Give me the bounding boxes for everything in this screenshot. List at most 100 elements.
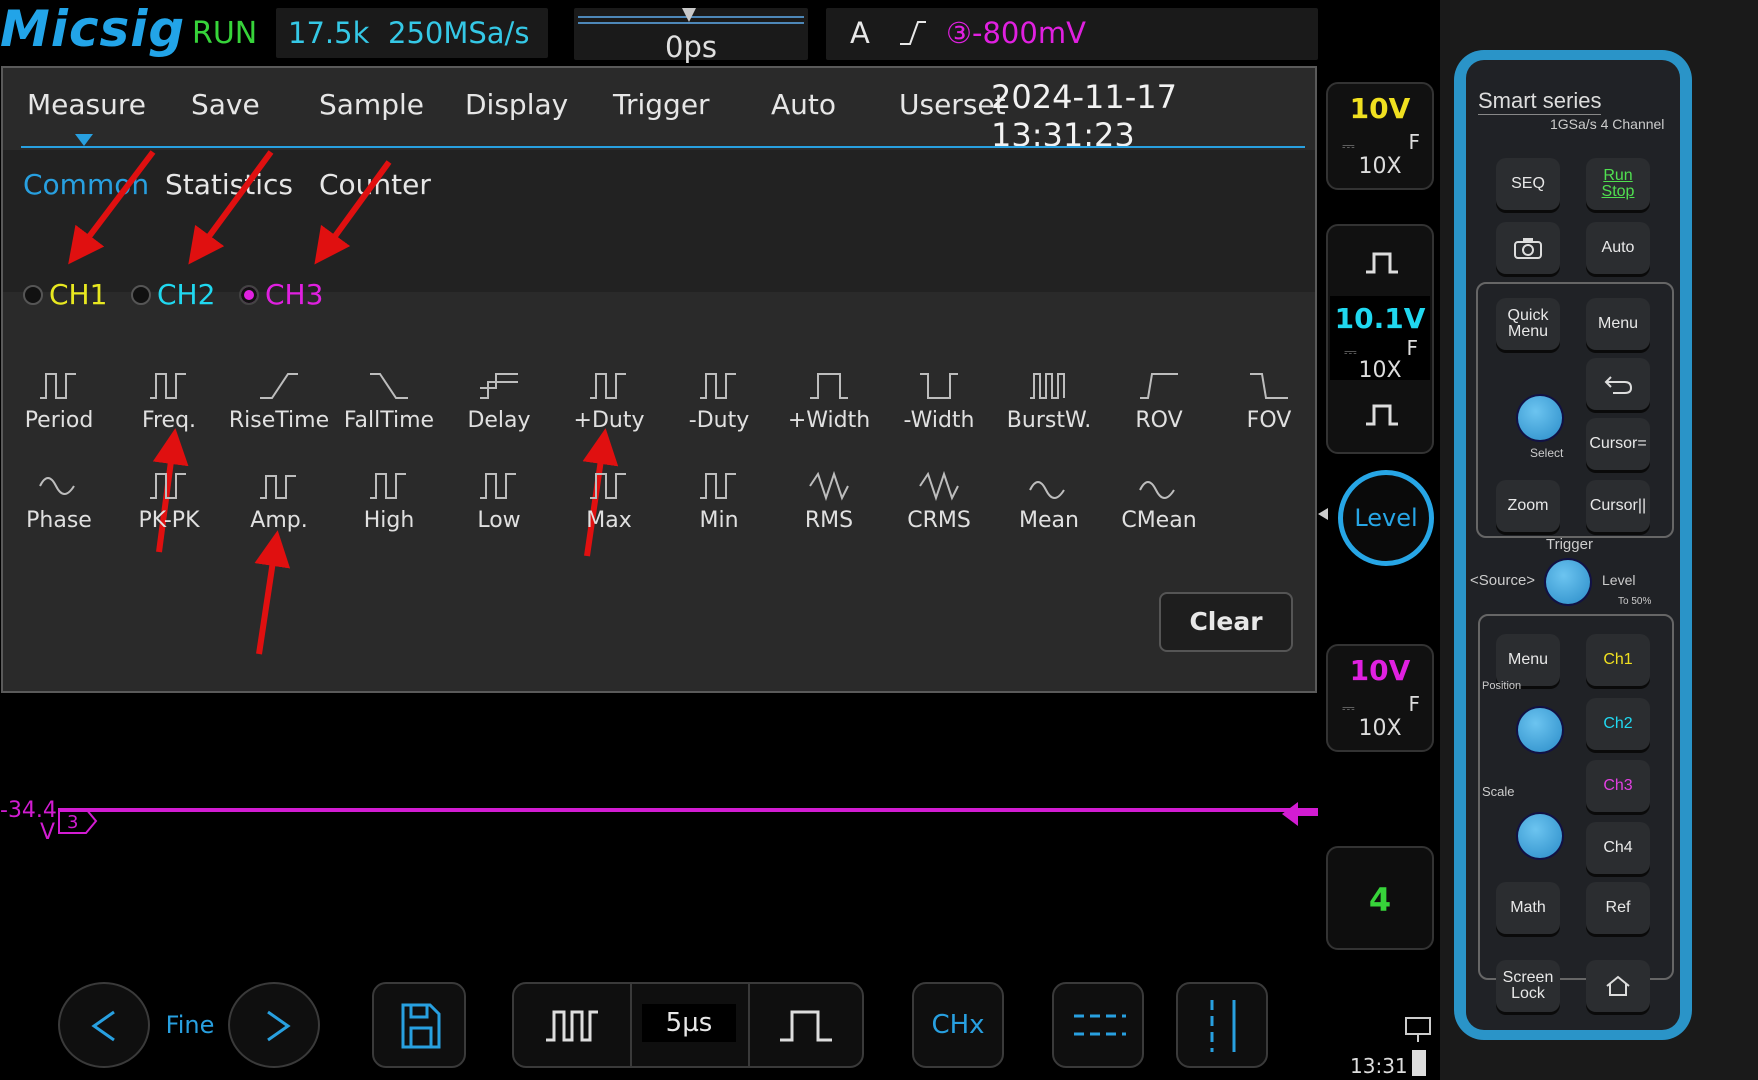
math-button[interactable]: Math	[1496, 882, 1560, 934]
measure-item-fov[interactable]: FOV	[1215, 368, 1323, 433]
collapse-arrow-icon[interactable]	[1318, 508, 1328, 520]
measure-item-label: Period	[24, 408, 94, 433]
scale-knob[interactable]	[1518, 814, 1562, 858]
vertical-cursor-button[interactable]	[1176, 982, 1268, 1068]
waveform-display[interactable]	[60, 694, 1318, 964]
measure-item-high[interactable]: High	[335, 468, 443, 533]
measure-item-label: BurstW.	[1006, 408, 1092, 433]
measure-item-duty[interactable]: -Duty	[665, 368, 773, 433]
ch1-scale-box[interactable]: 10V ⎓ F 10X	[1326, 82, 1434, 190]
pulse-up-icon	[1366, 252, 1398, 274]
horizontal-cursor-icon	[1074, 1014, 1126, 1036]
save-button[interactable]	[372, 982, 466, 1068]
measure-item-crms[interactable]: CRMS	[885, 468, 993, 533]
measure-item-label: ROV	[1135, 408, 1183, 433]
acquisition-info[interactable]: 17.5k 250MSa/s	[276, 8, 548, 58]
timebase-increase-button[interactable]	[748, 984, 864, 1066]
back-button[interactable]	[1586, 358, 1650, 410]
compress-wave-icon	[546, 1010, 598, 1042]
measure-item-mean[interactable]: Mean	[995, 468, 1103, 533]
measure-item-rov[interactable]: ROV	[1105, 368, 1213, 433]
measure-item-low[interactable]: Low	[445, 468, 553, 533]
screen-lock-button[interactable]: Screen Lock	[1496, 960, 1560, 1012]
trigger-level-knob[interactable]	[1546, 560, 1590, 604]
channel-count-button[interactable]: 4	[1326, 846, 1434, 950]
measure-waveform-icon	[150, 373, 186, 399]
position-label: Position	[1482, 680, 1522, 692]
camera-button[interactable]	[1496, 222, 1560, 274]
home-icon	[1606, 975, 1630, 996]
menu-button[interactable]: Menu	[1586, 298, 1650, 350]
measure-item-width[interactable]: +Width	[775, 368, 883, 433]
measure-waveform-icon	[1139, 481, 1175, 499]
measure-item-width[interactable]: -Width	[885, 368, 993, 433]
trigger-info[interactable]: A ③-800mV	[826, 8, 1318, 60]
measure-item-label: Phase	[26, 508, 92, 533]
run-state[interactable]: RUN	[192, 16, 257, 51]
measure-item-freq[interactable]: Freq.	[115, 368, 223, 433]
save-icon	[401, 1003, 441, 1049]
measure-item-label: Mean	[1019, 508, 1079, 533]
level-button[interactable]: Level	[1338, 470, 1434, 566]
source-label: <Source>	[1470, 572, 1536, 589]
timebase-decrease-button[interactable]	[514, 984, 632, 1066]
select-knob[interactable]	[1518, 396, 1562, 440]
run-stop-button[interactable]: Run Stop	[1586, 158, 1650, 210]
measure-menu-panel: Measure Save Sample Display Trigger Auto…	[1, 66, 1317, 693]
cursor-horizontal-button[interactable]: Cursor=	[1586, 418, 1650, 470]
scale-label: Scale	[1482, 784, 1515, 799]
sample-rate: 250MSa/s	[388, 16, 530, 50]
position-knob[interactable]	[1518, 708, 1562, 752]
measure-waveform-icon	[150, 473, 186, 499]
cursor-vertical-button[interactable]: Cursor||	[1586, 480, 1650, 532]
measure-item-max[interactable]: Max	[555, 468, 663, 533]
ch3-ground-marker-icon[interactable]: 3	[58, 808, 98, 834]
measure-item-cmean[interactable]: CMean	[1105, 468, 1213, 533]
ch1-button[interactable]: Ch1	[1586, 634, 1650, 686]
measure-item-pk-pk[interactable]: PK-PK	[115, 468, 223, 533]
channel-menu-button[interactable]: Menu	[1496, 634, 1560, 686]
measure-item-label: CRMS	[907, 508, 971, 533]
ch2-button[interactable]: Ch2	[1586, 698, 1650, 750]
measure-item-label: RiseTime	[228, 408, 330, 433]
time-position-indicator[interactable]: 0ps	[574, 8, 808, 64]
home-button[interactable]	[1586, 960, 1650, 1012]
trigger-level-marker-icon[interactable]	[1282, 802, 1318, 826]
measure-item-label: PK-PK	[138, 508, 200, 533]
auto-button[interactable]: Auto	[1586, 222, 1650, 274]
measure-waveform-icon	[40, 373, 76, 399]
measure-waveform-icon	[1030, 373, 1065, 399]
measure-item-burstw[interactable]: BurstW.	[995, 368, 1103, 433]
ch4-button[interactable]: Ch4	[1586, 822, 1650, 874]
ch3-scale-box[interactable]: 10V ⎓ F 10X	[1326, 644, 1434, 752]
quick-menu-button[interactable]: Quick Menu	[1496, 298, 1560, 350]
measure-waveform-icon	[700, 473, 736, 499]
zoom-button[interactable]: Zoom	[1496, 480, 1560, 532]
measure-item-label: RMS	[804, 508, 854, 533]
chx-button[interactable]: CHx	[912, 982, 1004, 1068]
measure-item-phase[interactable]: Phase	[5, 468, 113, 533]
measure-waveform-icon	[370, 373, 408, 399]
ref-button[interactable]: Ref	[1586, 882, 1650, 934]
measure-waveform-icon	[920, 373, 958, 399]
measure-item-risetime[interactable]: RiseTime	[225, 368, 333, 433]
measure-waveform-icon	[260, 373, 298, 399]
fine-left-button[interactable]	[58, 982, 150, 1068]
measure-item-duty[interactable]: +Duty	[555, 368, 663, 433]
measure-item-amp[interactable]: Amp.	[225, 468, 333, 533]
svg-text:3: 3	[67, 812, 78, 833]
ch2-scale-box[interactable]: 10.1V ⎓ F 10X	[1326, 224, 1434, 454]
measure-item-min[interactable]: Min	[665, 468, 773, 533]
dc-coupling-icon: ⎓	[1342, 136, 1355, 155]
measure-item-label: Freq.	[141, 408, 197, 433]
ch3-button[interactable]: Ch3	[1586, 760, 1650, 812]
measure-item-rms[interactable]: RMS	[775, 468, 883, 533]
measure-item-falltime[interactable]: FallTime	[335, 368, 443, 433]
seq-button[interactable]: SEQ	[1496, 158, 1560, 210]
fine-right-button[interactable]	[228, 982, 320, 1068]
measure-waveform-icon	[1140, 373, 1178, 399]
measure-item-period[interactable]: Period	[5, 368, 113, 433]
horizontal-cursor-button[interactable]	[1052, 982, 1144, 1068]
measure-item-delay[interactable]: Delay	[445, 368, 553, 433]
camera-icon	[1514, 238, 1542, 259]
